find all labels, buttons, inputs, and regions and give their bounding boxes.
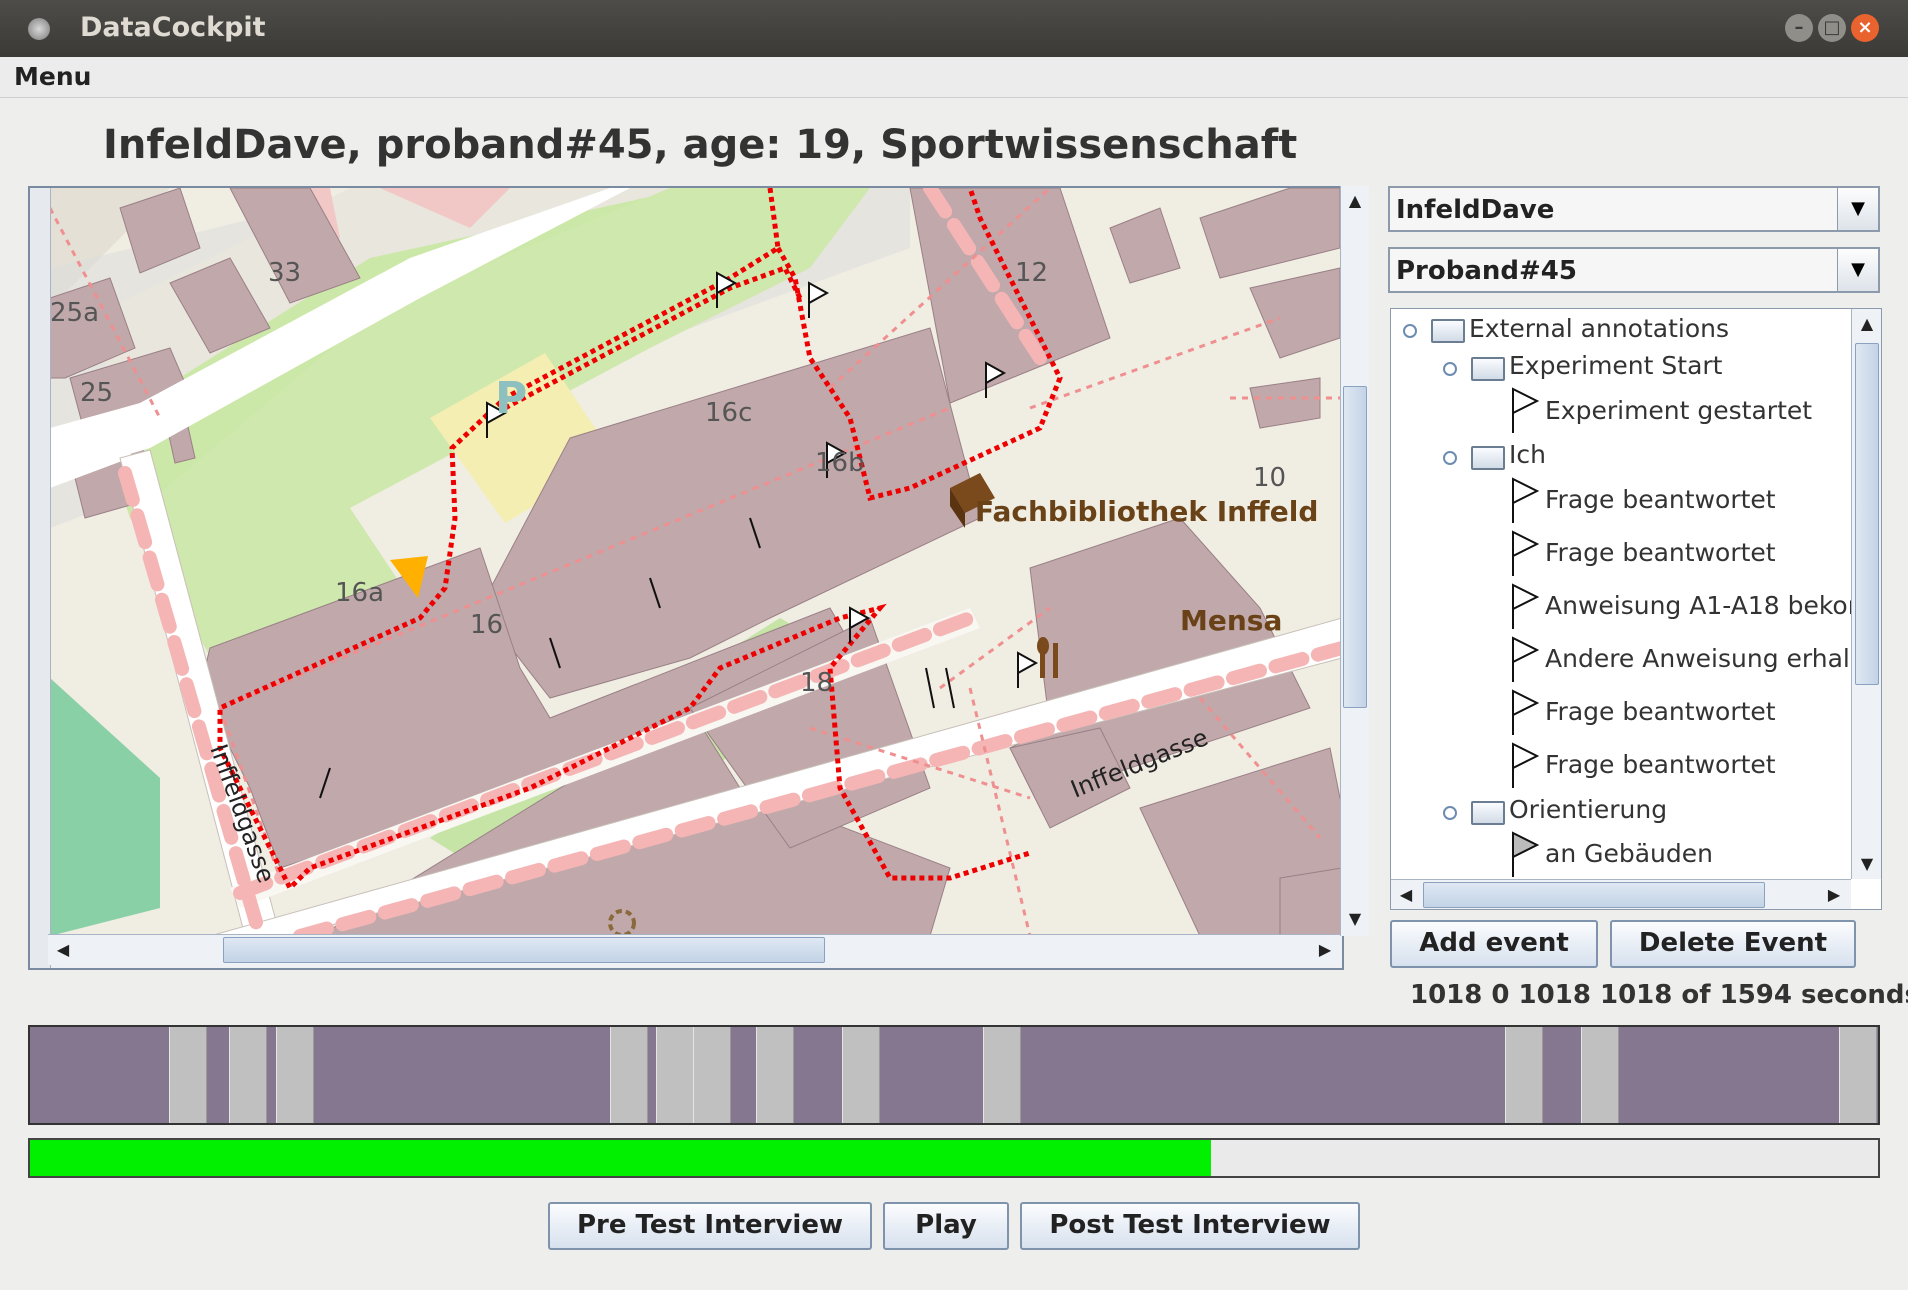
- scroll-right-arrow-icon[interactable]: ▶: [1310, 935, 1340, 965]
- tree-horizontal-scrollbar[interactable]: ◀ ▶: [1391, 879, 1851, 909]
- timeline-event-marker[interactable]: [842, 1027, 880, 1123]
- map-vertical-scrollbar[interactable]: ▲ ▼: [1340, 186, 1369, 936]
- timeline-event-marker[interactable]: [693, 1027, 731, 1123]
- chevron-down-icon[interactable]: ▼: [1837, 249, 1878, 291]
- flag-icon: [1512, 583, 1540, 629]
- timeline-event-marker[interactable]: [756, 1027, 794, 1123]
- menu-item-menu[interactable]: Menu: [14, 62, 91, 91]
- app-window: DataCockpit – □ × Menu InfeldDave, proba…: [0, 0, 1908, 1290]
- timeline-event-marker[interactable]: [1505, 1027, 1543, 1123]
- flag-icon: [1512, 831, 1540, 877]
- map-label-25a: 25a: [50, 298, 99, 328]
- flag-icon: [1512, 742, 1540, 788]
- tree-node-event[interactable]: Frage beantwortet: [1545, 538, 1776, 567]
- tree-node-group[interactable]: Experiment Start: [1509, 351, 1722, 380]
- tree-expand-handle[interactable]: [1443, 451, 1457, 465]
- folder-icon: [1471, 801, 1505, 825]
- map-label-library: Fachbibliothek Inffeld: [975, 495, 1318, 528]
- scroll-down-arrow-icon[interactable]: ▼: [1852, 849, 1881, 879]
- map-view[interactable]: 33 25a 25 12 16c 16b 16a 16 10 18 P Fach…: [50, 188, 1342, 936]
- scroll-down-arrow-icon[interactable]: ▼: [1340, 904, 1370, 934]
- timeline-event-marker[interactable]: [1581, 1027, 1619, 1123]
- timeline-event-marker[interactable]: [656, 1027, 694, 1123]
- timeline-event-marker[interactable]: [610, 1027, 648, 1123]
- tree-expand-handle[interactable]: [1443, 362, 1457, 376]
- scroll-left-arrow-icon[interactable]: ◀: [1391, 880, 1421, 909]
- map-label-mensa: Mensa: [1180, 604, 1282, 637]
- timeline-event-marker[interactable]: [229, 1027, 267, 1123]
- page-title: InfeldDave, proband#45, age: 19, Sportwi…: [103, 122, 1298, 168]
- chevron-down-icon[interactable]: ▼: [1837, 188, 1878, 230]
- map-label-parking: P: [495, 373, 527, 424]
- participant-select[interactable]: InfeldDave ▼: [1388, 186, 1880, 232]
- pre-test-interview-button[interactable]: Pre Test Interview: [548, 1202, 872, 1250]
- playback-progress-bar[interactable]: [28, 1138, 1880, 1178]
- flag-icon: [1512, 477, 1540, 523]
- tree-node-event[interactable]: Andere Anweisung erhal: [1545, 644, 1850, 673]
- tree-node-group[interactable]: Orientierung: [1509, 795, 1667, 824]
- tree-node-event[interactable]: an Gebäuden: [1545, 839, 1713, 868]
- map-label-12: 12: [1015, 258, 1048, 288]
- map-label-16a: 16a: [335, 578, 384, 608]
- folder-icon: [1471, 446, 1505, 470]
- delete-event-button[interactable]: Delete Event: [1610, 920, 1856, 968]
- flag-icon: [1512, 689, 1540, 735]
- scroll-up-arrow-icon[interactable]: ▲: [1852, 309, 1881, 339]
- window-menu-icon[interactable]: [28, 18, 50, 40]
- tree-expand-handle[interactable]: [1443, 806, 1457, 820]
- folder-icon: [1431, 319, 1465, 343]
- tree-node-event[interactable]: Frage beantwortet: [1545, 750, 1776, 779]
- window-title: DataCockpit: [80, 12, 266, 43]
- timeline-event-marker[interactable]: [169, 1027, 207, 1123]
- folder-icon: [1471, 357, 1505, 381]
- tree-vertical-scrollbar[interactable]: ▲ ▼: [1851, 309, 1881, 879]
- map-label-33: 33: [268, 258, 301, 288]
- tree-node-event[interactable]: Experiment gestartet: [1545, 396, 1812, 425]
- event-timeline[interactable]: [28, 1025, 1880, 1125]
- tree-horizontal-scroll-thumb[interactable]: [1423, 882, 1765, 908]
- maximize-button[interactable]: □: [1818, 14, 1846, 42]
- scroll-right-arrow-icon[interactable]: ▶: [1819, 880, 1849, 909]
- map-panel: 33 25a 25 12 16c 16b 16a 16 10 18 P Fach…: [28, 186, 1344, 970]
- tree-expand-handle[interactable]: [1403, 324, 1417, 338]
- time-readout: 1018 0 1018 1018 of 1594 seconds: [1410, 980, 1908, 1010]
- map-label-25: 25: [80, 378, 113, 408]
- add-event-button[interactable]: Add event: [1390, 920, 1598, 968]
- map-horizontal-scroll-thumb[interactable]: [223, 937, 825, 963]
- tree-node-group[interactable]: Ich: [1509, 440, 1546, 469]
- playback-progress-fill: [30, 1140, 1211, 1176]
- flag-icon: [1512, 387, 1540, 433]
- tree-vertical-scroll-thumb[interactable]: [1855, 343, 1879, 685]
- annotation-tree[interactable]: External annotations Experiment Start Ex…: [1390, 308, 1882, 910]
- timeline-event-marker[interactable]: [276, 1027, 314, 1123]
- tree-node-event[interactable]: Frage beantwortet: [1545, 485, 1776, 514]
- map-label-10: 10: [1253, 463, 1286, 493]
- play-button[interactable]: Play: [883, 1202, 1009, 1250]
- flag-icon: [1512, 636, 1540, 682]
- close-button[interactable]: ×: [1851, 14, 1879, 42]
- proband-select[interactable]: Proband#45 ▼: [1388, 247, 1880, 293]
- timeline-event-marker[interactable]: [983, 1027, 1021, 1123]
- proband-select-value: Proband#45: [1396, 256, 1577, 286]
- participant-select-value: InfeldDave: [1396, 195, 1555, 225]
- map-label-16b: 16b: [815, 448, 865, 478]
- tree-node-event[interactable]: Frage beantwortet: [1545, 697, 1776, 726]
- map-side-strip: [30, 188, 51, 968]
- scroll-up-arrow-icon[interactable]: ▲: [1340, 186, 1370, 216]
- title-bar: DataCockpit – □ ×: [0, 0, 1908, 57]
- tree-node-root[interactable]: External annotations: [1469, 314, 1729, 343]
- menu-bar: Menu: [0, 57, 1908, 98]
- post-test-interview-button[interactable]: Post Test Interview: [1020, 1202, 1360, 1250]
- tree-node-event[interactable]: Anweisung A1-A18 bekom: [1545, 591, 1872, 620]
- map-label-18: 18: [800, 668, 833, 698]
- map-label-16: 16: [470, 610, 503, 640]
- scroll-left-arrow-icon[interactable]: ◀: [48, 935, 78, 965]
- flag-icon: [1512, 530, 1540, 576]
- map-horizontal-scrollbar[interactable]: ◀ ▶: [48, 934, 1340, 965]
- minimize-button[interactable]: –: [1785, 14, 1813, 42]
- timeline-event-marker[interactable]: [1839, 1027, 1877, 1123]
- map-vertical-scroll-thumb[interactable]: [1343, 386, 1367, 708]
- map-label-16c: 16c: [705, 398, 752, 428]
